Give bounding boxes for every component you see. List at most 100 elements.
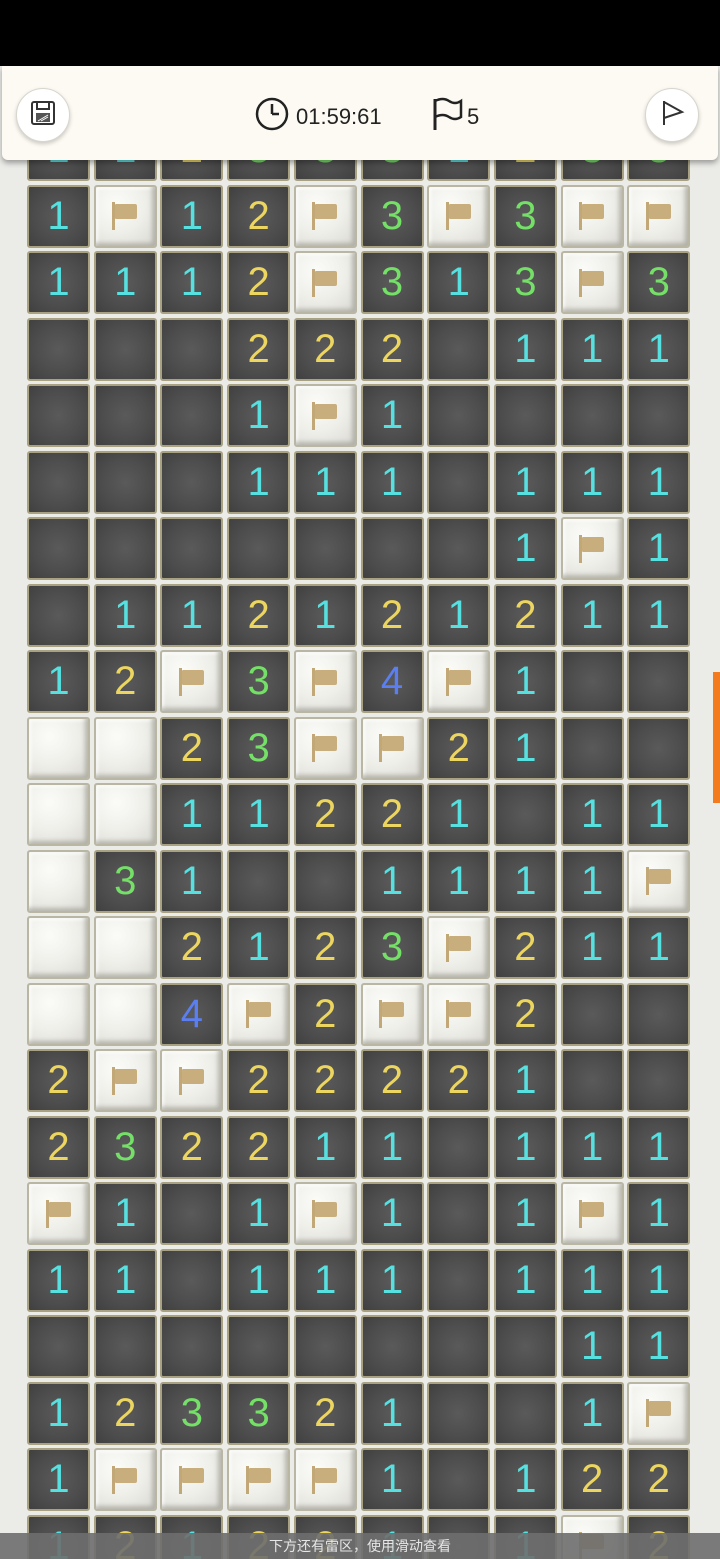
number-tile[interactable]: 1 xyxy=(360,1381,424,1445)
number-tile[interactable]: 1 xyxy=(360,450,424,514)
flagged-tile[interactable] xyxy=(293,716,357,780)
number-tile[interactable]: 2 xyxy=(293,783,357,846)
number-tile[interactable]: 2 xyxy=(160,916,224,979)
unopened-tile[interactable] xyxy=(27,916,90,979)
unopened-tile[interactable] xyxy=(27,716,90,780)
number-tile[interactable]: 2 xyxy=(227,317,291,381)
unopened-tile[interactable] xyxy=(93,716,157,780)
number-tile[interactable]: 2 xyxy=(360,583,424,647)
number-tile[interactable]: 2 xyxy=(227,184,291,248)
number-tile[interactable]: 1 xyxy=(27,251,90,314)
empty-tile[interactable] xyxy=(493,384,557,447)
number-tile[interactable]: 2 xyxy=(160,1115,224,1179)
number-tile[interactable]: 2 xyxy=(293,1049,357,1112)
number-tile[interactable]: 2 xyxy=(560,1448,624,1511)
empty-tile[interactable] xyxy=(93,1315,157,1378)
minefield-viewport[interactable]: 1123331233112331112313322211111111111111… xyxy=(24,160,696,1559)
number-tile[interactable]: 1 xyxy=(560,1248,624,1312)
number-tile[interactable]: 2 xyxy=(93,650,157,713)
empty-tile[interactable] xyxy=(427,1315,491,1378)
number-tile[interactable]: 3 xyxy=(227,650,291,713)
empty-tile[interactable] xyxy=(493,783,557,846)
empty-tile[interactable] xyxy=(227,517,291,580)
empty-tile[interactable] xyxy=(27,583,90,647)
empty-tile[interactable] xyxy=(560,650,624,713)
number-tile[interactable]: 3 xyxy=(493,184,557,248)
number-tile[interactable]: 2 xyxy=(93,1381,157,1445)
number-tile[interactable]: 2 xyxy=(360,783,424,846)
empty-tile[interactable] xyxy=(27,384,90,447)
number-tile[interactable]: 1 xyxy=(493,1248,557,1312)
empty-tile[interactable] xyxy=(427,1381,491,1445)
number-tile[interactable]: 1 xyxy=(627,783,691,846)
empty-tile[interactable] xyxy=(627,1049,691,1112)
number-tile[interactable]: 1 xyxy=(360,1115,424,1179)
number-tile[interactable]: 1 xyxy=(427,160,491,181)
empty-tile[interactable] xyxy=(27,450,90,514)
number-tile[interactable]: 1 xyxy=(627,1248,691,1312)
empty-tile[interactable] xyxy=(560,982,624,1046)
number-tile[interactable]: 2 xyxy=(293,317,357,381)
number-tile[interactable]: 1 xyxy=(93,251,157,314)
empty-tile[interactable] xyxy=(427,384,491,447)
number-tile[interactable]: 1 xyxy=(560,583,624,647)
empty-tile[interactable] xyxy=(427,450,491,514)
empty-tile[interactable] xyxy=(360,517,424,580)
number-tile[interactable]: 1 xyxy=(160,783,224,846)
save-button[interactable] xyxy=(16,88,70,142)
number-tile[interactable]: 2 xyxy=(360,317,424,381)
number-tile[interactable]: 1 xyxy=(627,450,691,514)
number-tile[interactable]: 1 xyxy=(293,1115,357,1179)
flagged-tile[interactable] xyxy=(627,1381,691,1445)
number-tile[interactable]: 4 xyxy=(360,650,424,713)
number-tile[interactable]: 1 xyxy=(93,160,157,181)
empty-tile[interactable] xyxy=(227,849,291,913)
number-tile[interactable]: 2 xyxy=(227,583,291,647)
number-tile[interactable]: 3 xyxy=(227,160,291,181)
empty-tile[interactable] xyxy=(560,384,624,447)
number-tile[interactable]: 1 xyxy=(227,1248,291,1312)
number-tile[interactable]: 1 xyxy=(360,1182,424,1245)
number-tile[interactable]: 1 xyxy=(93,1248,157,1312)
empty-tile[interactable] xyxy=(160,1248,224,1312)
unopened-tile[interactable] xyxy=(27,783,90,846)
number-tile[interactable]: 1 xyxy=(427,849,491,913)
number-tile[interactable]: 1 xyxy=(160,583,224,647)
number-tile[interactable]: 1 xyxy=(493,450,557,514)
flagged-tile[interactable] xyxy=(560,184,624,248)
number-tile[interactable]: 1 xyxy=(627,916,691,979)
number-tile[interactable]: 1 xyxy=(627,583,691,647)
flagged-tile[interactable] xyxy=(627,849,691,913)
flagged-tile[interactable] xyxy=(360,716,424,780)
number-tile[interactable]: 1 xyxy=(360,849,424,913)
unopened-tile[interactable] xyxy=(27,982,90,1046)
flagged-tile[interactable] xyxy=(160,650,224,713)
empty-tile[interactable] xyxy=(360,1315,424,1378)
number-tile[interactable]: 1 xyxy=(27,184,90,248)
empty-tile[interactable] xyxy=(160,1182,224,1245)
number-tile[interactable]: 2 xyxy=(293,1381,357,1445)
number-tile[interactable]: 3 xyxy=(627,160,691,181)
empty-tile[interactable] xyxy=(560,1049,624,1112)
number-tile[interactable]: 1 xyxy=(293,583,357,647)
number-tile[interactable]: 1 xyxy=(160,849,224,913)
number-tile[interactable]: 1 xyxy=(293,1248,357,1312)
flagged-tile[interactable] xyxy=(427,184,491,248)
number-tile[interactable]: 1 xyxy=(27,160,90,181)
flagged-tile[interactable] xyxy=(627,184,691,248)
empty-tile[interactable] xyxy=(160,517,224,580)
number-tile[interactable]: 1 xyxy=(27,1248,90,1312)
flagged-tile[interactable] xyxy=(293,650,357,713)
flagged-tile[interactable] xyxy=(293,1182,357,1245)
flagged-tile[interactable] xyxy=(360,982,424,1046)
number-tile[interactable]: 1 xyxy=(493,849,557,913)
number-tile[interactable]: 3 xyxy=(360,160,424,181)
flagged-tile[interactable] xyxy=(160,1448,224,1511)
number-tile[interactable]: 1 xyxy=(560,849,624,913)
number-tile[interactable]: 1 xyxy=(360,384,424,447)
flagged-tile[interactable] xyxy=(93,1049,157,1112)
flagged-tile[interactable] xyxy=(93,1448,157,1511)
number-tile[interactable]: 2 xyxy=(427,716,491,780)
empty-tile[interactable] xyxy=(27,1315,90,1378)
empty-tile[interactable] xyxy=(560,716,624,780)
